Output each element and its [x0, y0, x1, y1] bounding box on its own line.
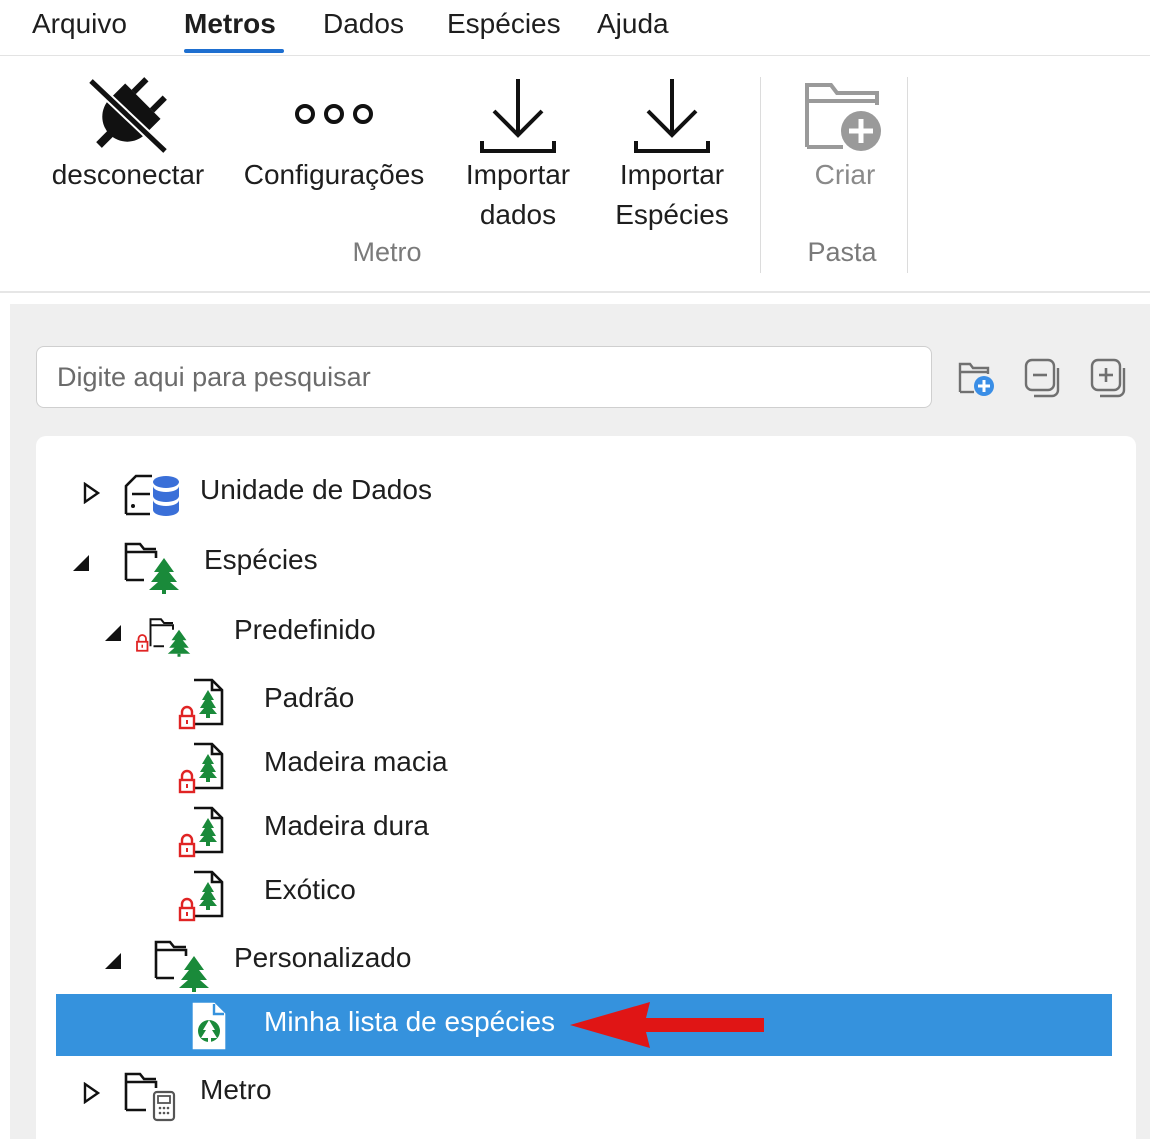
tree-label: Personalizado — [234, 942, 412, 973]
annotation-arrow-icon — [570, 1002, 764, 1048]
tree-label: Espécies — [204, 544, 318, 575]
menu-especies[interactable]: Espécies — [447, 8, 561, 40]
create-folder-button[interactable]: Criar — [786, 71, 904, 201]
species-folder-icon — [154, 940, 209, 992]
tree-item-data-unit[interactable]: Unidade de Dados — [56, 462, 1112, 524]
tree-item-meter[interactable]: Metro — [56, 1062, 1112, 1124]
collapse-arrow-icon[interactable] — [70, 552, 92, 574]
tree-item-species[interactable]: Espécies — [56, 532, 1112, 594]
species-folder-icon — [124, 542, 179, 594]
tree-label: Exótico — [264, 874, 356, 905]
tree-label: Unidade de Dados — [200, 474, 432, 505]
species-file-icon — [192, 1002, 226, 1050]
collapse-all-icon[interactable] — [1022, 356, 1066, 400]
settings-label: Configurações — [243, 159, 425, 190]
tree-label: Madeira macia — [264, 746, 448, 777]
download-icon — [480, 79, 556, 153]
menu-dados[interactable]: Dados — [323, 8, 404, 40]
tree-label: Padrão — [264, 682, 355, 713]
import-species-button[interactable]: Importar Espécies — [606, 71, 738, 241]
menu-metros[interactable]: Metros — [184, 8, 276, 40]
tree-label: Minha lista de espécies — [264, 1006, 556, 1037]
disconnect-button[interactable]: desconectar — [40, 71, 216, 201]
tree-item-softwood[interactable]: Madeira macia — [56, 734, 1112, 796]
tree-item-exotic[interactable]: Exótico — [56, 862, 1112, 924]
tree-label: Metro — [200, 1074, 272, 1105]
menu-bar: Arquivo Metros Dados Espécies Ajuda — [0, 0, 1150, 56]
menu-ajuda[interactable]: Ajuda — [597, 8, 669, 40]
ribbon-toolbar: desconectar Configurações Importar dados… — [0, 57, 1150, 293]
group-separator — [760, 77, 761, 273]
import-species-label-1: Importar — [619, 159, 725, 190]
group-label-pasta: Pasta — [807, 237, 877, 267]
tree-label: Madeira dura — [264, 810, 429, 841]
new-folder-icon[interactable] — [954, 356, 998, 400]
locked-species-file-icon — [178, 678, 224, 730]
meter-folder-icon — [124, 1072, 176, 1122]
tree-item-custom[interactable]: Personalizado — [56, 930, 1112, 992]
import-data-label-1: Importar — [465, 159, 571, 190]
group-label-metro: Metro — [352, 237, 422, 267]
tree-label: Predefinido — [234, 614, 376, 645]
data-unit-icon — [124, 474, 179, 516]
settings-button[interactable]: Configurações — [232, 71, 436, 201]
tree-item-hardwood[interactable]: Madeira dura — [56, 798, 1112, 860]
collapse-arrow-icon[interactable] — [102, 950, 124, 972]
download-icon — [634, 79, 710, 153]
search-input[interactable] — [37, 347, 931, 407]
locked-species-file-icon — [178, 742, 224, 794]
import-data-label-2: dados — [479, 199, 557, 230]
search-box[interactable] — [36, 346, 932, 408]
create-label: Criar — [814, 159, 876, 190]
tree-item-predefined[interactable]: Predefinido — [56, 602, 1112, 664]
group-separator — [907, 77, 908, 273]
expand-all-icon[interactable] — [1088, 356, 1132, 400]
expand-arrow-icon[interactable] — [80, 1082, 102, 1104]
expand-arrow-icon[interactable] — [80, 482, 102, 504]
locked-species-folder-icon — [136, 618, 191, 657]
tree-item-default[interactable]: Padrão — [56, 670, 1112, 732]
disconnect-icon — [87, 77, 169, 155]
menu-arquivo[interactable]: Arquivo — [32, 8, 127, 40]
import-data-button[interactable]: Importar dados — [452, 71, 584, 241]
collapse-arrow-icon[interactable] — [102, 622, 124, 644]
folder-add-icon — [805, 83, 881, 151]
active-menu-indicator — [184, 49, 284, 53]
disconnect-label: desconectar — [51, 159, 205, 190]
locked-species-file-icon — [178, 806, 224, 858]
more-dots-icon — [295, 104, 373, 124]
import-species-label-2: Espécies — [615, 199, 729, 230]
locked-species-file-icon — [178, 870, 224, 922]
